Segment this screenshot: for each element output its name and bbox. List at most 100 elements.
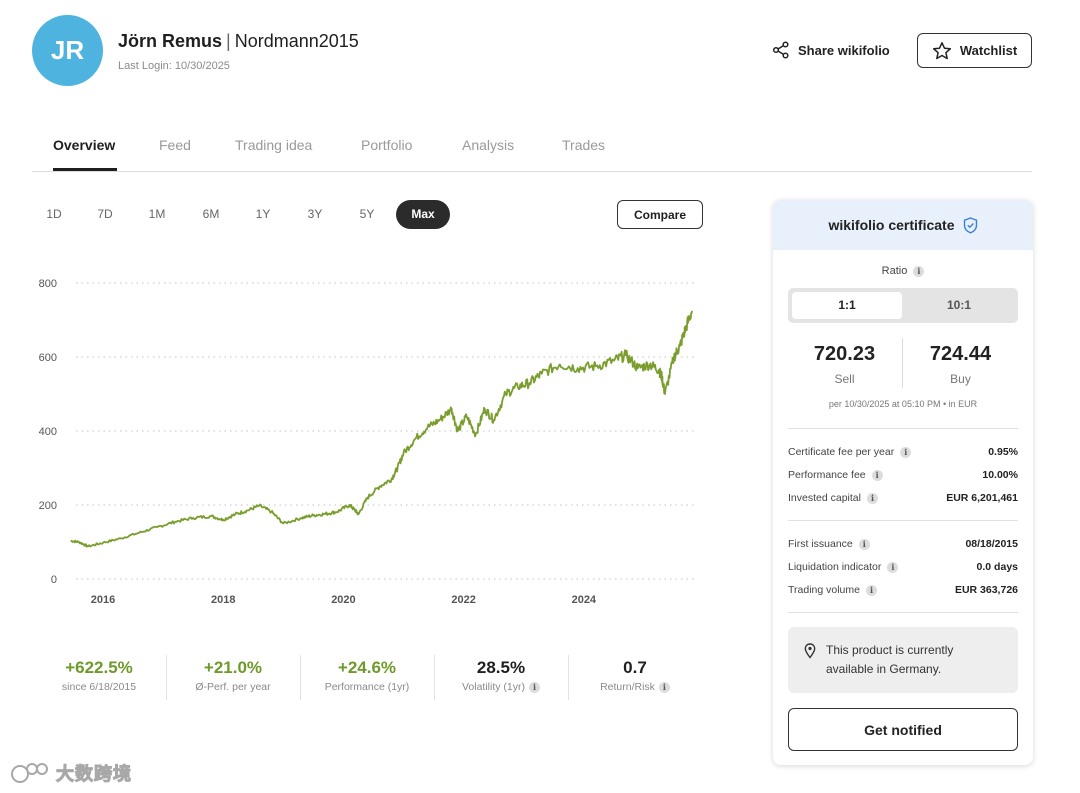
range-1d[interactable]: 1D: [36, 200, 72, 229]
tab-trading-idea[interactable]: Trading idea: [235, 137, 312, 153]
fee-row: Certificate fee per year i 0.95%: [788, 444, 1018, 460]
stat-label-text: Performance (1yr): [324, 681, 410, 693]
watchlist-label: Watchlist: [959, 43, 1018, 58]
info-icon[interactable]: i: [900, 446, 912, 458]
stat-annual-performance: +21.0% Ø-Perf. per year: [166, 655, 300, 700]
avatar: JR: [32, 15, 103, 86]
certificate-card: wikifolio certificate Ratio i 1:1 10:1 7…: [773, 200, 1033, 765]
star-icon: [932, 41, 951, 59]
range-3y[interactable]: 3Y: [297, 200, 333, 229]
row-key: Performance fee: [788, 469, 866, 481]
range-1y[interactable]: 1Y: [245, 200, 281, 229]
stat-value: 28.5%: [476, 658, 526, 677]
ratio-label-text: Ratio: [881, 265, 908, 277]
range-max[interactable]: Max: [396, 200, 450, 229]
buy-price: 724.44 Buy: [903, 340, 1018, 386]
row-key: Certificate fee per year: [788, 446, 895, 458]
y-tick-label: 0: [51, 574, 57, 586]
profile-title: Jörn Remus | Nordmann2015: [118, 31, 359, 52]
watermark: 大数跨境: [10, 760, 132, 786]
x-tick-label: 2022: [451, 594, 475, 606]
share-button[interactable]: Share wikifolio: [772, 38, 890, 62]
y-tick-label: 800: [39, 278, 57, 290]
tab-overview[interactable]: Overview: [53, 137, 115, 153]
stat-label: since 6/18/2015: [32, 681, 166, 693]
watchlist-button[interactable]: Watchlist: [917, 33, 1032, 68]
x-tick-label: 2024: [572, 594, 597, 606]
fee-row: Performance fee i 10.00%: [788, 467, 1018, 483]
row-key: Trading volume: [788, 584, 860, 596]
info-icon[interactable]: i: [858, 538, 870, 550]
tab-feed[interactable]: Feed: [159, 137, 191, 153]
info-icon[interactable]: i: [913, 265, 925, 277]
tab-bar: Overview Feed Trading idea Portfolio Ana…: [32, 120, 1032, 172]
stat-performance-1yr: +24.6% Performance (1yr): [300, 655, 434, 700]
range-5y[interactable]: 5Y: [349, 200, 385, 229]
availability-notice: This product is currently available in G…: [788, 627, 1018, 693]
range-6m[interactable]: 6M: [193, 200, 229, 229]
ratio-option-1-1[interactable]: 1:1: [792, 292, 902, 319]
stat-label: Volatility (1yr) i: [434, 681, 568, 693]
x-tick-label: 2020: [331, 594, 355, 606]
stat-label-text: Return/Risk: [600, 681, 655, 693]
sell-value: 720.23: [813, 343, 876, 365]
divider: [788, 612, 1018, 613]
stat-label: Ø-Perf. per year: [166, 681, 300, 693]
buy-value: 724.44: [929, 343, 992, 365]
stat-value: +24.6%: [337, 658, 397, 677]
x-tick-label: 2016: [91, 594, 115, 606]
stat-label-text: since 6/18/2015: [61, 681, 137, 693]
row-value: EUR 363,726: [954, 584, 1018, 596]
stat-label: Return/Risk i: [568, 681, 702, 693]
last-login: Last Login: 10/30/2025: [118, 60, 230, 72]
row-value: 0.95%: [988, 446, 1018, 458]
info-icon[interactable]: i: [871, 469, 883, 481]
performance-line[interactable]: [70, 310, 693, 548]
watermark-logo-icon: [11, 763, 48, 783]
certificate-title: wikifolio certificate: [828, 217, 955, 233]
row-value: EUR 6,201,461: [946, 492, 1018, 504]
divider: [788, 520, 1018, 521]
row-key: First issuance: [788, 538, 853, 550]
row-key: Liquidation indicator: [788, 561, 882, 573]
get-notified-button[interactable]: Get notified: [788, 708, 1018, 751]
stat-value: +21.0%: [203, 658, 263, 677]
info-icon[interactable]: i: [658, 681, 670, 693]
info-icon[interactable]: i: [887, 561, 899, 573]
stat-label-text: Volatility (1yr): [461, 681, 525, 693]
info-icon[interactable]: i: [529, 681, 540, 693]
stat-return-risk: 0.7 Return/Risk i: [568, 655, 702, 700]
stat-value: +622.5%: [65, 658, 133, 677]
certificate-header: wikifolio certificate: [773, 200, 1033, 250]
tab-trades[interactable]: Trades: [562, 137, 605, 153]
trader-name: Jörn Remus: [118, 31, 223, 51]
active-tab-indicator: [53, 168, 117, 171]
x-tick-label: 2018: [211, 594, 235, 606]
tab-analysis[interactable]: Analysis: [462, 137, 514, 153]
sell-price: 720.23 Sell: [787, 340, 902, 386]
key-figures: +622.5% since 6/18/2015 +21.0% Ø-Perf. p…: [32, 655, 702, 700]
tab-portfolio[interactable]: Portfolio: [361, 137, 412, 153]
detail-row: Liquidation indicator i 0.0 days: [788, 559, 1018, 575]
row-key: Invested capital: [788, 492, 861, 504]
share-label: Share wikifolio: [798, 42, 890, 58]
info-icon[interactable]: i: [865, 584, 877, 596]
info-icon[interactable]: i: [866, 492, 878, 504]
detail-row: Trading volume i EUR 363,726: [788, 582, 1018, 598]
y-tick-label: 400: [39, 426, 57, 438]
stat-volatility: 28.5% Volatility (1yr) i: [434, 655, 568, 700]
range-1m[interactable]: 1M: [139, 200, 175, 229]
shield-check-icon[interactable]: [963, 216, 978, 234]
performance-chart[interactable]: 0 200 400 600 800 2016 2018 2020 2022 2024: [30, 265, 710, 620]
share-icon: [772, 41, 789, 59]
compare-button[interactable]: Compare: [617, 200, 703, 229]
buy-label: Buy: [950, 372, 971, 386]
trader-handle: Nordmann2015: [234, 31, 359, 51]
price-timestamp: per 10/30/2025 at 05:10 PM • in EUR: [828, 399, 978, 409]
range-7d[interactable]: 7D: [87, 200, 123, 229]
availability-text: This product is currently available in G…: [826, 643, 954, 676]
stat-label-text: Ø-Perf. per year: [195, 681, 271, 693]
location-pin-icon: [804, 643, 816, 659]
ratio-option-10-1[interactable]: 10:1: [904, 292, 1014, 319]
ratio-selector: 1:1 10:1: [788, 288, 1018, 323]
